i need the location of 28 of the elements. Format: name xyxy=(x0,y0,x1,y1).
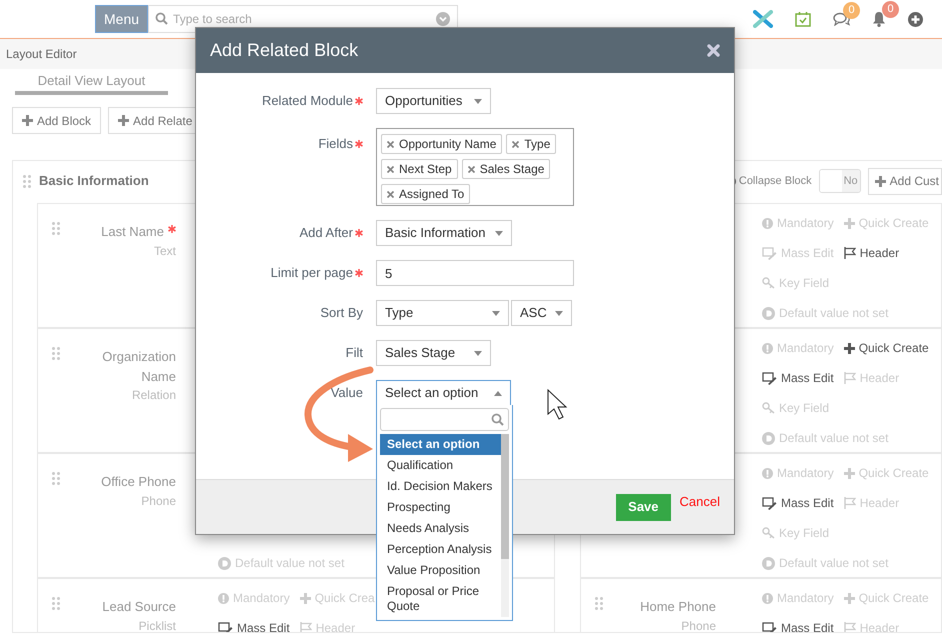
field-label: Value xyxy=(330,384,363,402)
block-title: Basic Information xyxy=(39,172,149,190)
field-type: Relation xyxy=(130,387,176,404)
breadcrumb-text: Layout Editor xyxy=(6,46,77,63)
tag-label: Next Step xyxy=(399,161,452,178)
field-type: Picklist xyxy=(138,618,176,632)
field-name: Home Phone xyxy=(640,598,716,616)
field-label: Filt xyxy=(346,344,363,362)
tag-label: Type xyxy=(524,136,550,153)
field-name: Office Phone xyxy=(101,473,176,491)
field-type: Phone xyxy=(680,618,716,632)
tag-label: Assigned To xyxy=(399,186,464,203)
collapse-label: Collapse Block xyxy=(738,174,812,189)
count-badge: 0 xyxy=(843,2,860,19)
field-label: Add After xyxy=(300,224,353,242)
count-badge: 0 xyxy=(882,1,899,18)
field-name: Lead Source xyxy=(102,598,176,616)
field-type: Text xyxy=(152,242,176,260)
field-label: Sort By xyxy=(320,304,363,322)
field-label: Fields xyxy=(318,135,353,153)
field-label: Related Module xyxy=(262,92,353,110)
tag-label: Sales Stage xyxy=(480,161,544,178)
field-name: Last Name xyxy=(101,223,164,241)
field-name: Organization Name xyxy=(101,348,176,386)
field-type: Phone xyxy=(140,492,176,510)
tag-label: Opportunity Name xyxy=(399,136,496,153)
dialog-title: Add Related Block xyxy=(210,39,358,62)
field-label: Limit per page xyxy=(270,264,353,282)
